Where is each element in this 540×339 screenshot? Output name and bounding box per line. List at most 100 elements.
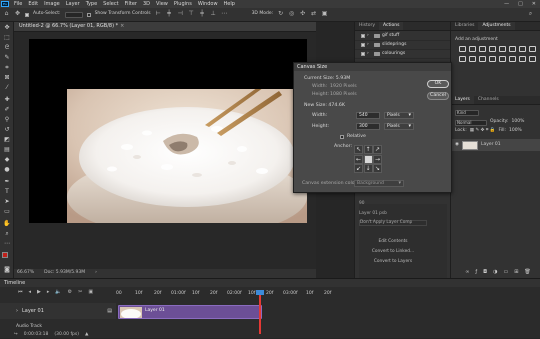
play-icon[interactable]: ▶: [37, 289, 41, 295]
extension-color-select[interactable]: Background: [354, 180, 404, 187]
expand-icon[interactable]: ›: [367, 33, 372, 39]
width-unit-select[interactable]: Pixels: [384, 112, 414, 119]
anchor-top-right[interactable]: ↗: [373, 145, 382, 154]
anchor-top[interactable]: ↑: [363, 145, 373, 154]
brightness-icon[interactable]: [459, 46, 466, 52]
first-frame-icon[interactable]: ⏮: [18, 289, 23, 295]
adjustment-layer-icon[interactable]: ◑: [493, 270, 497, 275]
ok-button[interactable]: OK: [427, 80, 449, 88]
film-icon[interactable]: ▤: [107, 308, 112, 314]
menu-window[interactable]: Window: [195, 1, 221, 7]
posterize-icon[interactable]: [499, 56, 506, 62]
audio-track-header[interactable]: Audio Track: [0, 323, 116, 332]
channel-mixer-icon[interactable]: [469, 56, 476, 62]
opacity-value[interactable]: 100%: [512, 120, 525, 125]
invert-icon[interactable]: [489, 56, 496, 62]
playhead[interactable]: [259, 290, 261, 334]
delete-layer-icon[interactable]: 🗑: [524, 270, 530, 275]
menu-select[interactable]: Select: [100, 1, 121, 7]
color-balance-icon[interactable]: [519, 46, 526, 52]
expand-track-icon[interactable]: ›: [16, 308, 18, 314]
convert-layers-button[interactable]: Convert to Layers: [359, 258, 427, 265]
video-clip[interactable]: Layer 01: [118, 305, 262, 319]
fx-icon[interactable]: ƒ: [475, 270, 477, 275]
menu-type[interactable]: Type: [83, 1, 100, 7]
action-set-item[interactable]: › slideprings: [355, 41, 451, 50]
marquee-tool-icon[interactable]: ⬚: [3, 34, 11, 41]
healing-brush-tool-icon[interactable]: ✚: [3, 96, 11, 103]
menu-layer[interactable]: Layer: [63, 1, 83, 7]
document-tab[interactable]: Untitled-2 @ 66.7% (Layer 01, RGB/8) * ×: [14, 22, 316, 32]
menu-3d[interactable]: 3D: [140, 1, 153, 7]
convert-linked-button[interactable]: Convert to Linked...: [359, 248, 427, 255]
eyedropper-tool-icon[interactable]: ⁄: [3, 84, 11, 91]
eraser-tool-icon[interactable]: ◩: [3, 136, 11, 143]
menu-view[interactable]: View: [153, 1, 171, 7]
layer-track-header[interactable]: › Layer 01 ▤: [0, 303, 116, 319]
lasso-tool-icon[interactable]: ᘓ: [3, 44, 11, 51]
anchor-right[interactable]: →: [373, 154, 382, 164]
align-center-icon[interactable]: ╪: [166, 11, 173, 18]
layer-name[interactable]: Layer 01: [481, 142, 501, 148]
gradient-map-icon[interactable]: [529, 56, 536, 62]
quick-select-tool-icon[interactable]: ✎: [3, 54, 11, 61]
zoom-tool-icon[interactable]: ⌕: [3, 230, 11, 237]
edit-contents-button[interactable]: Edit Contents: [359, 238, 427, 245]
scale-3d-icon[interactable]: ▣: [321, 11, 328, 18]
fill-value[interactable]: 100%: [509, 129, 522, 134]
exposure-icon[interactable]: [489, 46, 496, 52]
tab-channels[interactable]: Channels: [474, 96, 503, 104]
kind-filter-dropdown[interactable]: Kind: [455, 109, 479, 116]
search-icon[interactable]: ⌕: [527, 11, 534, 18]
slide-3d-icon[interactable]: ⇄: [310, 11, 317, 18]
align-left-icon[interactable]: ⊢: [155, 11, 162, 18]
align-bottom-icon[interactable]: ⊥: [210, 11, 217, 18]
action-enabled-checkbox[interactable]: [361, 43, 365, 47]
action-set-item[interactable]: › colourings: [355, 50, 451, 59]
menu-filter[interactable]: Filter: [122, 1, 140, 7]
home-icon[interactable]: ⌂: [3, 11, 10, 18]
anchor-center[interactable]: [363, 154, 373, 164]
curves-icon[interactable]: [479, 46, 486, 52]
layer-row[interactable]: ◉ Layer 01: [451, 139, 540, 151]
expand-icon[interactable]: ›: [367, 51, 372, 57]
blur-tool-icon[interactable]: ◆: [3, 156, 11, 163]
menu-help[interactable]: Help: [221, 1, 238, 7]
action-enabled-checkbox[interactable]: [361, 34, 365, 38]
link-layers-icon[interactable]: ∞: [465, 270, 469, 275]
transition-icon[interactable]: ▣: [88, 289, 93, 295]
crop-tool-icon[interactable]: ⌗: [3, 64, 11, 71]
clone-stamp-tool-icon[interactable]: ⚲: [3, 116, 11, 123]
frame-tool-icon[interactable]: ⊠: [3, 74, 11, 81]
relative-checkbox[interactable]: [340, 135, 344, 139]
threshold-icon[interactable]: [509, 56, 516, 62]
tab-layers[interactable]: Layers: [451, 96, 474, 104]
pan-3d-icon[interactable]: ✣: [299, 11, 306, 18]
prev-frame-icon[interactable]: ◂: [29, 289, 32, 295]
layer-comp-dropdown[interactable]: Don't Apply Layer Comp: [359, 220, 427, 226]
visibility-eye-icon[interactable]: ◉: [455, 142, 459, 148]
menu-image[interactable]: Image: [41, 1, 63, 7]
playhead-handle[interactable]: [256, 290, 264, 295]
hand-tool-icon[interactable]: ✋: [3, 220, 11, 227]
rectangle-tool-icon[interactable]: ▭: [3, 208, 11, 215]
orbit-3d-icon[interactable]: ↻: [277, 11, 284, 18]
anchor-top-left[interactable]: ↖: [354, 145, 363, 154]
anchor-left[interactable]: ←: [354, 154, 363, 164]
close-window-button[interactable]: ✕: [532, 1, 536, 7]
status-arrow-icon[interactable]: ›: [95, 271, 97, 276]
show-transform-checkbox[interactable]: [86, 12, 91, 17]
new-group-icon[interactable]: ▭: [503, 270, 508, 275]
type-tool-icon[interactable]: T: [3, 188, 11, 195]
new-layer-icon[interactable]: ⊞: [514, 270, 518, 275]
tab-actions[interactable]: Actions: [379, 22, 404, 30]
blend-mode-dropdown[interactable]: Normal: [455, 119, 487, 126]
cancel-button[interactable]: Cancel: [427, 92, 449, 100]
timeline-ruler[interactable]: 00 10f 20f 01:00f 10f 20f 02:00f 10f 20f…: [116, 290, 540, 300]
tab-history[interactable]: History: [355, 22, 379, 30]
vibrance-icon[interactable]: [499, 46, 506, 52]
auto-select-checkbox[interactable]: [25, 12, 29, 17]
lock-icons[interactable]: ▦ ✎ ✥ ⌗ 🔒: [470, 129, 496, 134]
roll-3d-icon[interactable]: ◎: [288, 11, 295, 18]
height-unit-select[interactable]: Pixels: [384, 123, 414, 130]
